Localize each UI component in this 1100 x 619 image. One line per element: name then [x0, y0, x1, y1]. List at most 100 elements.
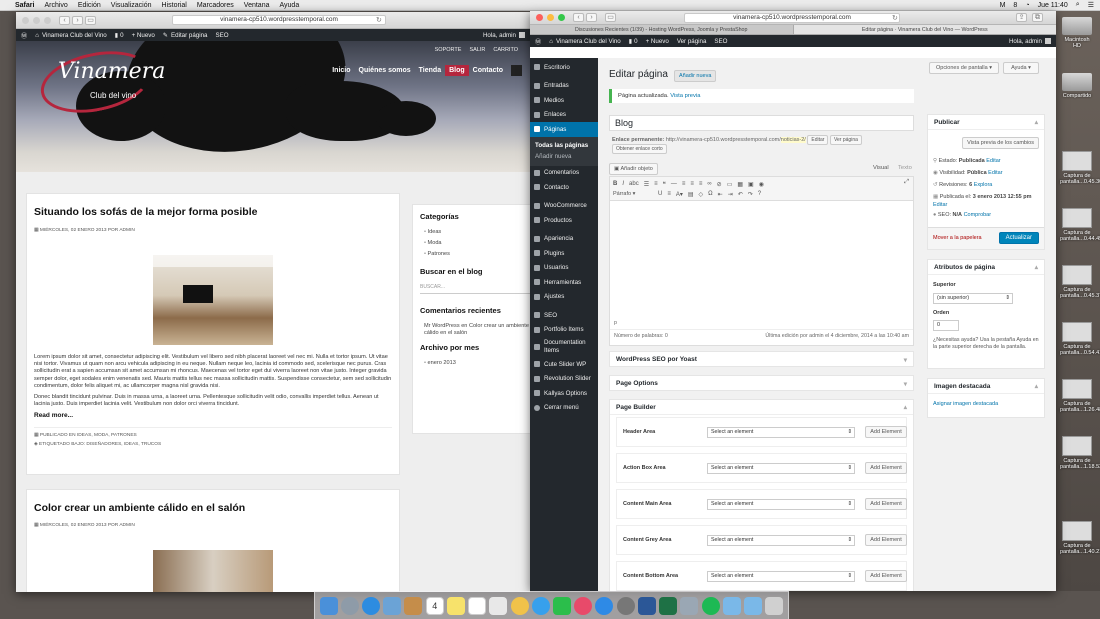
reload-icon[interactable]: ↻: [892, 14, 898, 22]
facetime-icon[interactable]: [553, 596, 572, 615]
publish-header[interactable]: Publicar ▴: [928, 115, 1044, 130]
seo-check-link[interactable]: Comprobar: [964, 212, 992, 218]
sidebar-cat-patrones[interactable]: ▫ Patrones: [424, 251, 530, 257]
special-char-icon[interactable]: Ω: [708, 191, 713, 197]
desktop-icon-capture-5[interactable]: Captura de pantalla...1.26.48: [1060, 379, 1100, 413]
adminbar-comments-count[interactable]: 0: [120, 32, 123, 39]
clear-format-icon[interactable]: ◇: [699, 191, 704, 198]
align-right-icon[interactable]: ≡: [699, 181, 703, 187]
close-icon[interactable]: [536, 14, 543, 21]
number-list-icon[interactable]: ≡: [654, 181, 658, 187]
redo-icon[interactable]: ↷: [748, 191, 753, 198]
toggle-icon[interactable]: ▾: [904, 356, 907, 364]
menu-productos[interactable]: Productos: [530, 213, 598, 228]
help-icon[interactable]: ?: [758, 191, 761, 197]
read-more-link[interactable]: Read more...: [34, 412, 392, 429]
toggle-icon[interactable]: ▴: [904, 403, 907, 411]
pb-element-select[interactable]: Select an element ⇕: [707, 534, 855, 546]
seo-metabox[interactable]: WordPress SEO por Yoast ▾: [609, 351, 914, 367]
preview-icon[interactable]: [680, 596, 699, 615]
permalink-view-button[interactable]: Ver página: [829, 135, 862, 145]
notes-icon[interactable]: [404, 596, 423, 615]
desktop-icon-capture-1[interactable]: Captura de pantalla...0.45.30: [1060, 151, 1100, 185]
menu-safari[interactable]: Safari: [15, 2, 34, 9]
nav-contacto[interactable]: Contacto: [469, 65, 507, 76]
toggle-icon[interactable]: ▴: [1035, 118, 1038, 126]
desktop-icon-capture-3[interactable]: Captura de pantalla...0.45.37: [1060, 265, 1100, 299]
adminbar-site[interactable]: Vinamera Club del Vino: [42, 32, 107, 39]
title-input[interactable]: Blog: [609, 115, 914, 131]
forward-icon[interactable]: ›: [586, 13, 597, 22]
submenu-todas[interactable]: Todas las páginas: [535, 140, 598, 151]
menu-escritorio[interactable]: Escritorio: [530, 60, 598, 75]
pb-add-element-button[interactable]: Add Element: [865, 570, 907, 582]
menu-woocommerce[interactable]: WooCommerce: [530, 199, 598, 214]
topnav-carrito[interactable]: CARRITO: [493, 47, 518, 53]
text-color-icon[interactable]: A▾: [676, 191, 683, 198]
sidebar-comment-item[interactable]: Mr WordPress en Color crear un ambiente …: [424, 323, 530, 337]
align-center-icon[interactable]: ≡: [690, 181, 694, 187]
featured-header[interactable]: Imagen destacada ▴: [928, 379, 1044, 394]
downloads-folder-icon[interactable]: [722, 596, 741, 615]
strikethrough-icon[interactable]: abc: [629, 181, 639, 187]
pb-element-select[interactable]: Select an element ⇕: [707, 570, 855, 582]
pb-element-select[interactable]: Select an element ⇕: [707, 426, 855, 438]
attributes-header[interactable]: Atributos de página ▴: [928, 260, 1044, 275]
mail-icon[interactable]: [383, 596, 402, 615]
order-input[interactable]: 0: [933, 320, 959, 331]
update-button[interactable]: Actualizar: [998, 232, 1039, 244]
post-title-2[interactable]: Color crear un ambiente cálido en el sal…: [34, 502, 392, 514]
desktop-icon-shared[interactable]: Compartido: [1060, 73, 1094, 99]
minimize-icon[interactable]: [33, 16, 40, 24]
shortlink-button[interactable]: Obtener enlace corto: [612, 144, 667, 154]
adminbar-seo[interactable]: SEO: [714, 38, 727, 45]
toggle-icon[interactable]: ▾: [904, 380, 907, 388]
link-icon[interactable]: ∞: [707, 181, 711, 187]
more-icon[interactable]: ▭: [727, 181, 733, 188]
trash-link[interactable]: Mover a la papelera: [933, 235, 982, 241]
menu-documentation[interactable]: Documentation Items: [530, 337, 598, 357]
notice-preview-link[interactable]: Vista previa: [670, 93, 700, 99]
page-builder-header[interactable]: Page Builder ▴: [610, 400, 913, 415]
menu-portfolio[interactable]: Portfolio Items: [530, 323, 598, 338]
nav-inicio[interactable]: Inicio: [328, 65, 354, 76]
set-featured-image-link[interactable]: Asignar imagen destacada: [933, 401, 998, 407]
clock[interactable]: Jue 11:40: [1038, 2, 1068, 9]
outdent-icon[interactable]: ⇤: [718, 191, 723, 198]
address-bar[interactable]: vinamera-cp510.wordpresstemporal.com: [684, 13, 900, 23]
pb-add-element-button[interactable]: Add Element: [865, 534, 907, 546]
post-title[interactable]: Situando los sofás de la mejor forma pos…: [34, 206, 392, 218]
finder-icon[interactable]: [319, 596, 338, 615]
sidebar-cat-moda[interactable]: ▫ Moda: [424, 240, 530, 246]
adminbar-new[interactable]: + Nuevo: [646, 38, 669, 45]
wp-logo-icon[interactable]: Ⓦ: [535, 37, 541, 46]
excel-icon[interactable]: [659, 596, 678, 615]
spotify-icon[interactable]: [701, 596, 720, 615]
pb-add-element-button[interactable]: Add Element: [865, 498, 907, 510]
undo-icon[interactable]: ↶: [738, 191, 743, 198]
menu-revolution-slider[interactable]: Revolution Slider: [530, 372, 598, 387]
pb-add-element-button[interactable]: Add Element: [865, 426, 907, 438]
pb-element-select[interactable]: Select an element ⇕: [707, 498, 855, 510]
submenu-anadir[interactable]: Añadir nueva: [535, 151, 598, 162]
status-m[interactable]: M: [1000, 2, 1006, 9]
menu-medios[interactable]: Medios: [530, 93, 598, 108]
permalink-slug[interactable]: noticias-2/: [780, 137, 806, 143]
desktop-icon-hd[interactable]: Macintosh HD: [1060, 17, 1094, 49]
toggle-icon[interactable]: ▴: [1035, 263, 1038, 271]
safari-icon[interactable]: [362, 596, 381, 615]
permalink-edit-button[interactable]: Editar: [807, 135, 829, 145]
status-8[interactable]: 8: [1013, 2, 1017, 9]
calendar-icon[interactable]: 4: [425, 596, 444, 615]
wifi-icon[interactable]: ◔: [1025, 2, 1029, 9]
menu-seo[interactable]: SEO: [530, 308, 598, 323]
menu-archivo[interactable]: Archivo: [44, 2, 67, 9]
align-left-icon[interactable]: ≡: [682, 181, 686, 187]
desktop-icon-capture-7[interactable]: Captura de pantalla...1.40.21: [1060, 521, 1100, 555]
menu-kallyas[interactable]: Kallyas Options: [530, 386, 598, 401]
close-icon[interactable]: [22, 16, 29, 24]
sidebar-icon[interactable]: ▭: [605, 13, 616, 22]
toolbar-toggle-icon[interactable]: ▦: [737, 181, 743, 188]
quote-icon[interactable]: ❝: [663, 181, 666, 188]
word-icon[interactable]: [637, 596, 656, 615]
